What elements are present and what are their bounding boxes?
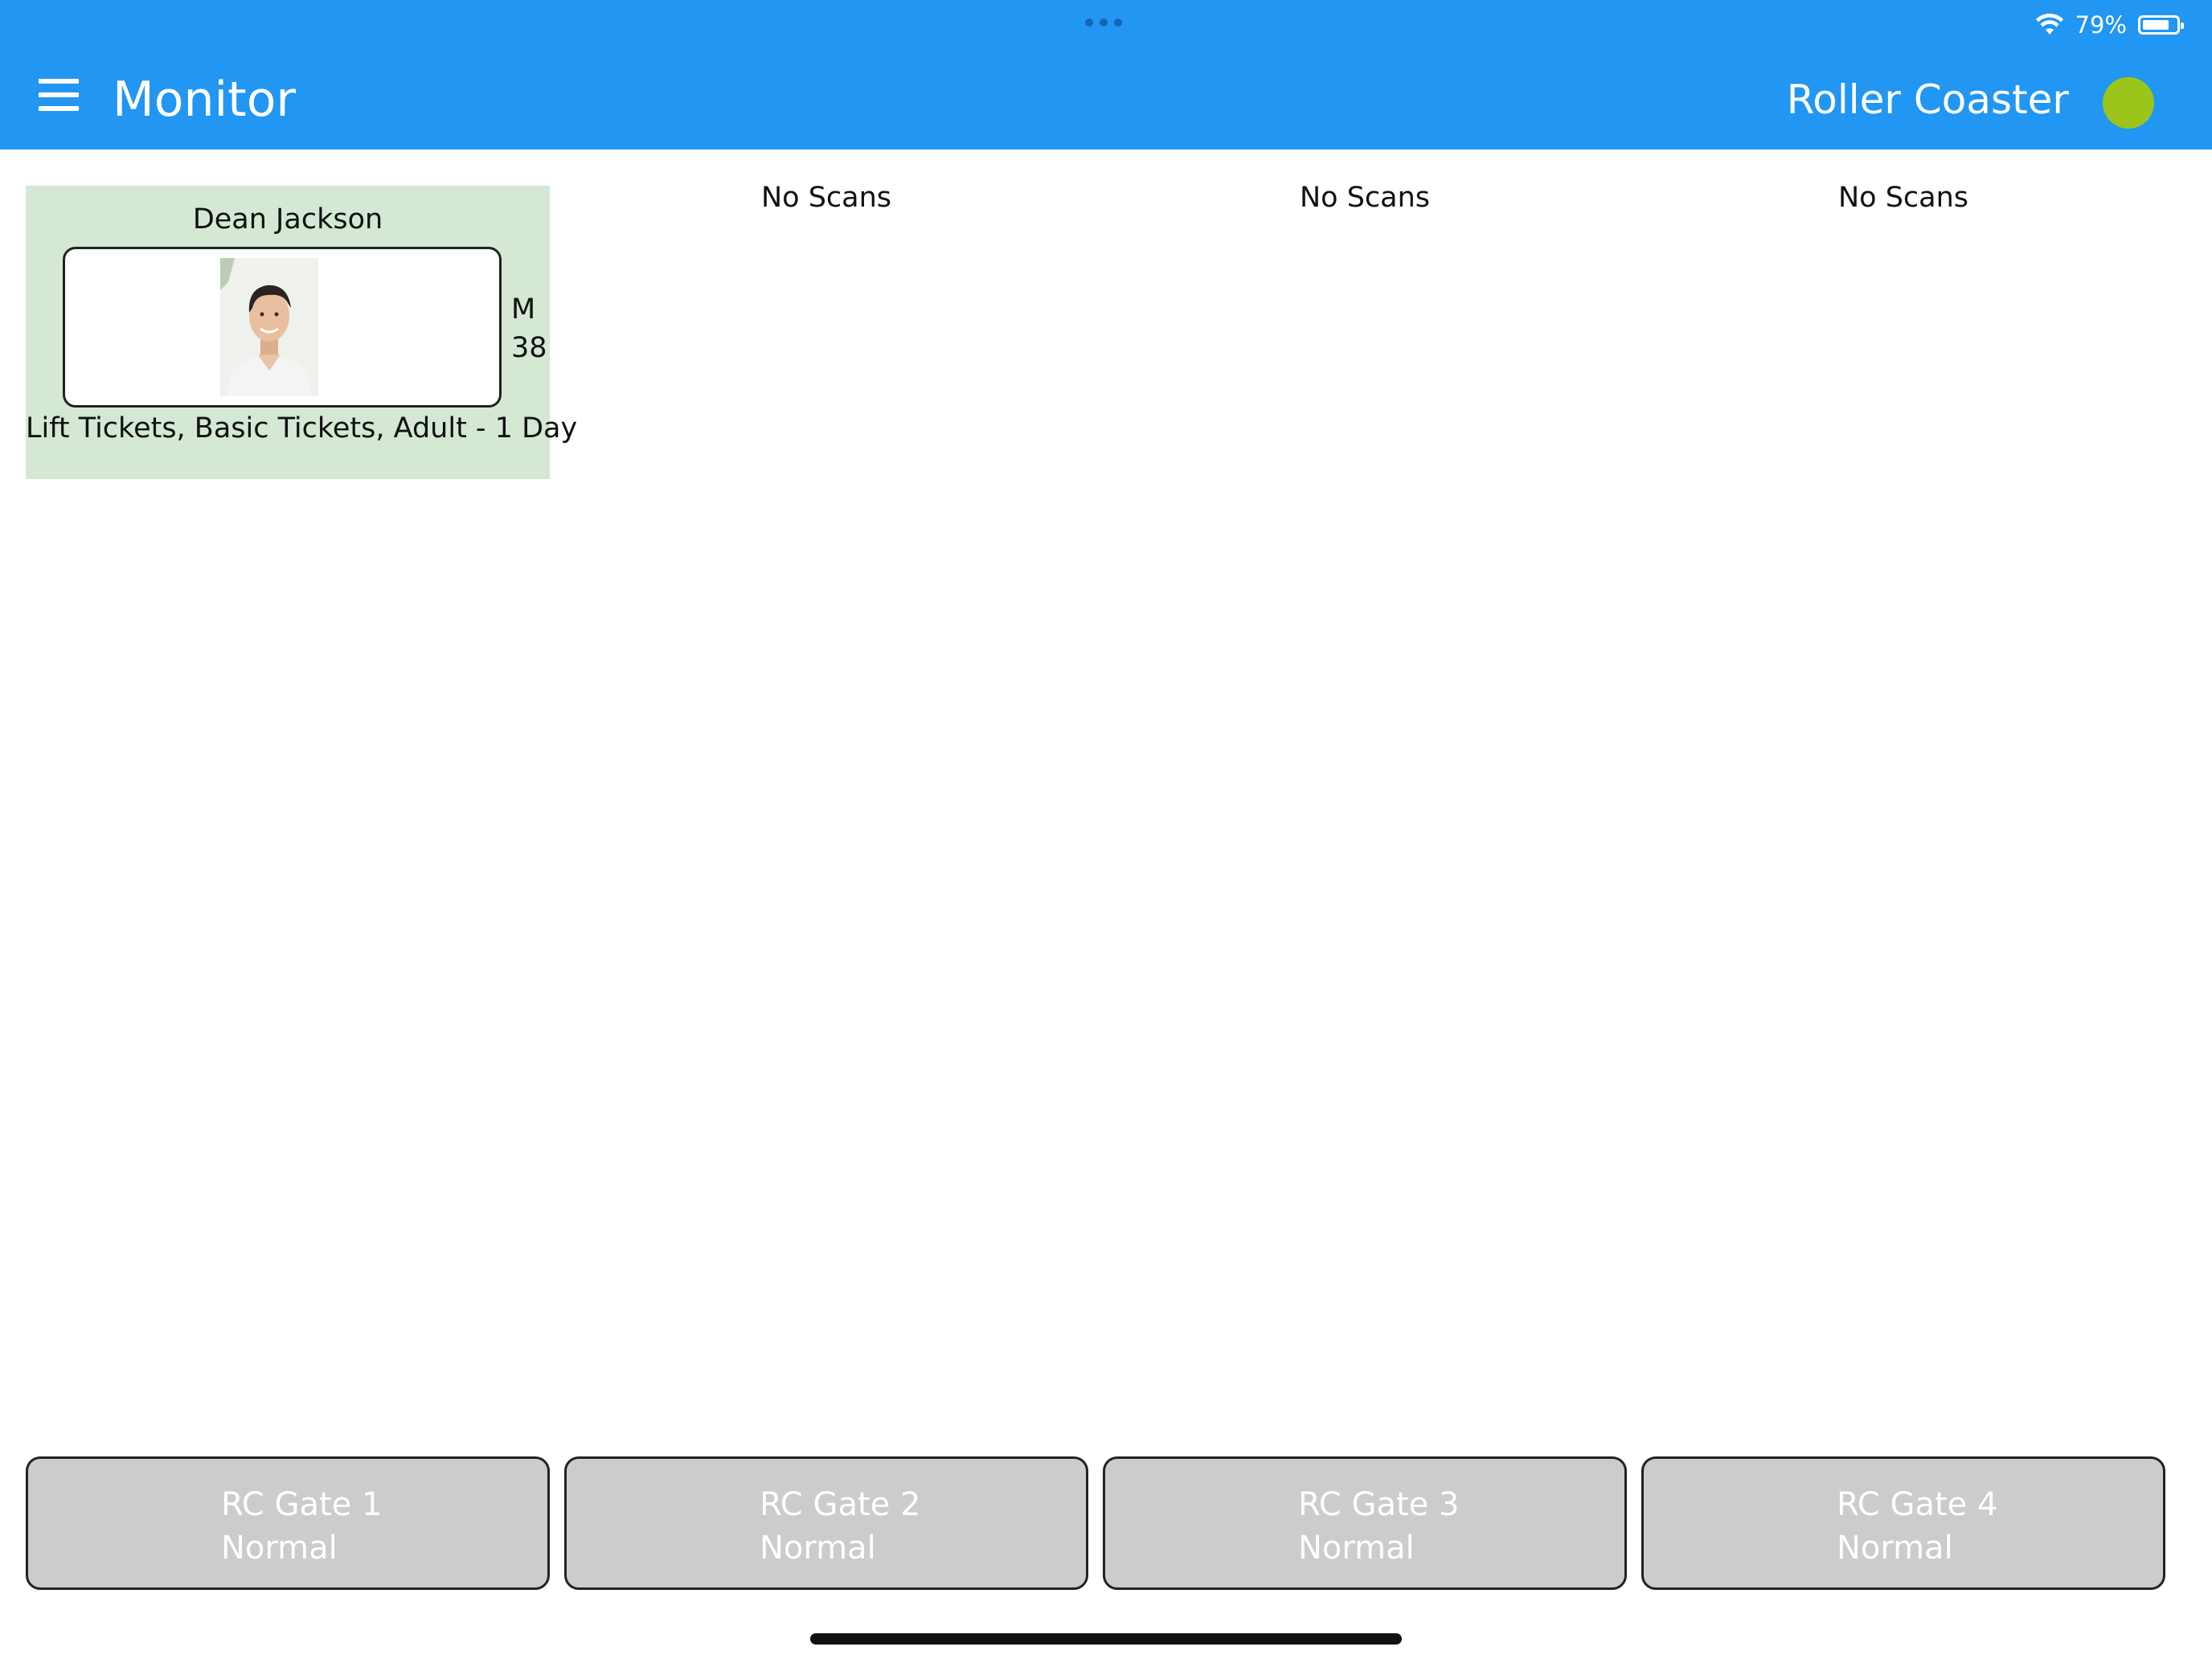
status-bar: 79% — [2035, 8, 2184, 42]
app-header: 79% Monitor Roller Coaster — [0, 0, 2212, 150]
gate-button-3[interactable]: RC Gate 3 Normal — [1103, 1456, 1627, 1590]
no-scans-label: No Scans — [760, 182, 892, 214]
gate-button-4[interactable]: RC Gate 4 Normal — [1641, 1456, 2165, 1590]
location-name: Roller Coaster — [1786, 76, 2069, 123]
gate-button-2[interactable]: RC Gate 2 Normal — [564, 1456, 1088, 1590]
guest-age: 38 — [511, 332, 547, 364]
guest-name: Dean Jackson — [192, 203, 383, 236]
no-scans-label: No Scans — [1837, 182, 1969, 214]
gate-name: RC Gate 4 — [1837, 1486, 1998, 1523]
gate-mode: Normal — [1837, 1530, 1953, 1567]
guest-photo — [220, 258, 318, 396]
gate-mode: Normal — [221, 1530, 338, 1567]
gate-name: RC Gate 1 — [221, 1486, 383, 1523]
gate-button-1[interactable]: RC Gate 1 Normal — [26, 1456, 550, 1590]
gate-mode: Normal — [1298, 1530, 1415, 1567]
page-title: Monitor — [113, 72, 297, 128]
scan-card[interactable]: Dean Jackson M 38 Lift Tickets, Basic Ti… — [26, 186, 578, 479]
gate-name: RC Gate 3 — [1298, 1486, 1460, 1523]
wifi-icon — [2035, 14, 2063, 35]
no-scans-label: No Scans — [1299, 182, 1431, 214]
gate-button-bar: RC Gate 1 Normal RC Gate 2 Normal RC Gat… — [26, 1456, 2169, 1590]
battery-icon — [2138, 15, 2184, 35]
hamburger-menu-icon[interactable] — [39, 79, 79, 111]
multitasking-dots-icon[interactable] — [1085, 18, 1122, 27]
gate-name: RC Gate 2 — [760, 1486, 921, 1523]
gate-mode: Normal — [760, 1530, 876, 1567]
guest-gender: M — [511, 293, 536, 326]
ticket-description: Lift Tickets, Basic Tickets, Adult - 1 D… — [26, 412, 578, 444]
battery-percentage: 79% — [2075, 11, 2127, 39]
connection-status-indicator[interactable] — [2103, 77, 2154, 129]
home-indicator[interactable] — [810, 1633, 1402, 1645]
